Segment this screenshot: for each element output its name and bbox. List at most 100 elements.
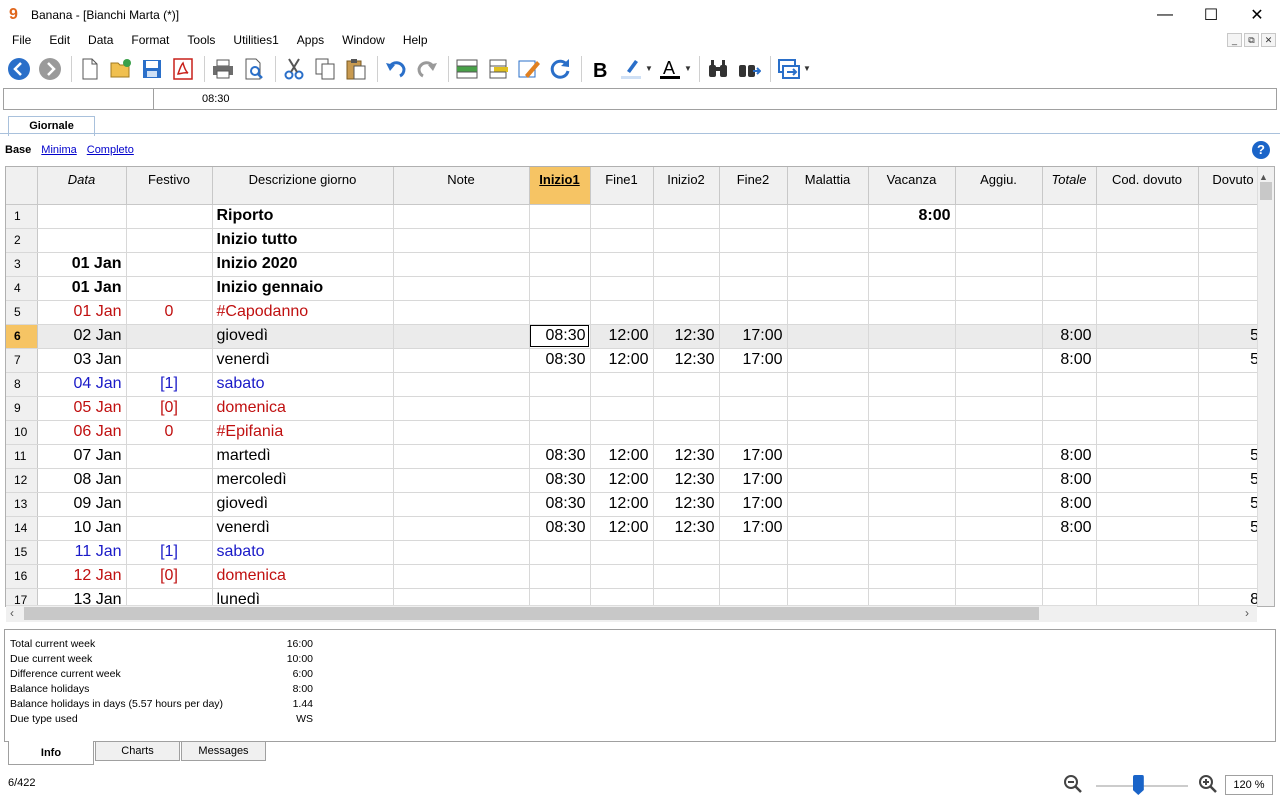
row-number[interactable]: 13 <box>6 492 38 517</box>
menu-format[interactable]: Format <box>122 30 178 50</box>
cell-malattia[interactable] <box>787 396 869 421</box>
save-button[interactable] <box>138 55 166 83</box>
cell-descrizione[interactable]: mercoledì <box>212 468 394 493</box>
cell-inizio1[interactable] <box>529 396 591 421</box>
cell-data[interactable]: 09 Jan <box>37 492 127 517</box>
cell-festivo[interactable] <box>126 252 213 277</box>
col-header-aggiu[interactable]: Aggiu. <box>955 167 1043 205</box>
view-base[interactable]: Base <box>5 144 31 156</box>
col-header-fine2[interactable]: Fine2 <box>719 167 788 205</box>
cell-fine1[interactable] <box>590 300 654 325</box>
table-row[interactable]: 10 06 Jan 0 #Epifania <box>6 420 1269 445</box>
table-row[interactable]: 703 Janvenerdì08:3012:0012:3017:008:005: <box>6 348 1269 373</box>
cell-cod-dovuto[interactable] <box>1096 564 1199 589</box>
cell-inizio2[interactable] <box>653 276 720 301</box>
open-file-button[interactable] <box>107 55 135 83</box>
zoom-out-icon[interactable] <box>1063 774 1083 794</box>
undo-button[interactable] <box>382 55 410 83</box>
table-row[interactable]: 1309 Jangiovedì08:3012:0012:3017:008:005… <box>6 492 1269 517</box>
cell-fine2[interactable] <box>719 540 788 565</box>
cell-inizio1[interactable] <box>529 372 591 397</box>
cell-fine2[interactable]: 17:00 <box>719 492 788 517</box>
row-number[interactable]: 11 <box>6 444 38 469</box>
cell-totale[interactable] <box>1042 396 1097 421</box>
tab-info[interactable]: Info <box>8 741 94 765</box>
cell-aggiu[interactable] <box>955 564 1043 589</box>
horizontal-scroll-thumb[interactable] <box>24 607 1039 620</box>
menu-window[interactable]: Window <box>333 30 394 50</box>
cell-note[interactable] <box>393 204 530 229</box>
minimize-button[interactable]: — <box>1142 0 1188 30</box>
cell-cod-dovuto[interactable] <box>1096 204 1199 229</box>
col-header-data[interactable]: Data <box>37 167 127 205</box>
cell-data[interactable]: 02 Jan <box>37 324 127 349</box>
row-number[interactable]: 10 <box>6 420 38 445</box>
cell-vacanza[interactable] <box>868 276 956 301</box>
cell-festivo[interactable] <box>126 516 213 541</box>
cell-malattia[interactable] <box>787 300 869 325</box>
cell-fine2[interactable] <box>719 396 788 421</box>
cell-festivo[interactable] <box>126 204 213 229</box>
cell-vacanza[interactable] <box>868 324 956 349</box>
print-button[interactable] <box>209 55 237 83</box>
col-header-note[interactable]: Note <box>393 167 530 205</box>
cell-fine2[interactable] <box>719 420 788 445</box>
cell-inizio2[interactable] <box>653 300 720 325</box>
cell-note[interactable] <box>393 324 530 349</box>
help-icon[interactable]: ? <box>1252 141 1270 159</box>
cell-fine2[interactable]: 17:00 <box>719 348 788 373</box>
table-row[interactable]: 16 12 Jan [0] domenica <box>6 564 1269 589</box>
table-row[interactable]: 602 Jangiovedì08:3012:0012:3017:008:005: <box>6 324 1269 349</box>
cell-aggiu[interactable] <box>955 204 1043 229</box>
cell-descrizione[interactable]: martedì <box>212 444 394 469</box>
row-number[interactable]: 6 <box>6 324 38 349</box>
cell-inizio1[interactable]: 08:30 <box>529 444 591 469</box>
col-header-cod-dovuto[interactable]: Cod. dovuto <box>1096 167 1199 205</box>
cell-aggiu[interactable] <box>955 300 1043 325</box>
menu-utilities1[interactable]: Utilities1 <box>224 30 287 50</box>
highlight-color-button[interactable] <box>617 55 645 83</box>
cell-data[interactable]: 06 Jan <box>37 420 127 445</box>
cell-fine1[interactable] <box>590 204 654 229</box>
corner-cell[interactable] <box>6 167 38 205</box>
cell-totale[interactable] <box>1042 540 1097 565</box>
cell-malattia[interactable] <box>787 420 869 445</box>
font-color-button[interactable]: A <box>656 55 684 83</box>
find-next-button[interactable] <box>735 55 763 83</box>
cell-reference-box[interactable] <box>4 89 154 109</box>
row-number[interactable]: 14 <box>6 516 38 541</box>
cell-malattia[interactable] <box>787 324 869 349</box>
cell-fine1[interactable] <box>590 228 654 253</box>
cell-data[interactable]: 08 Jan <box>37 468 127 493</box>
cell-note[interactable] <box>393 492 530 517</box>
cell-descrizione[interactable]: venerdì <box>212 348 394 373</box>
table-row[interactable]: 1 Riporto 8:00 <box>6 204 1269 229</box>
cell-vacanza[interactable] <box>868 300 956 325</box>
cell-vacanza[interactable]: 8:00 <box>868 204 956 229</box>
cell-totale[interactable] <box>1042 372 1097 397</box>
window-switch-button[interactable] <box>775 55 803 83</box>
cell-note[interactable] <box>393 252 530 277</box>
col-header-inizio1[interactable]: Inizio1 <box>529 167 591 205</box>
cell-malattia[interactable] <box>787 540 869 565</box>
cell-inizio2[interactable]: 12:30 <box>653 516 720 541</box>
cell-descrizione[interactable]: giovedì <box>212 324 394 349</box>
cell-aggiu[interactable] <box>955 348 1043 373</box>
cell-totale[interactable]: 8:00 <box>1042 492 1097 517</box>
cell-totale[interactable]: 8:00 <box>1042 348 1097 373</box>
table-row[interactable]: 4 01 Jan Inizio gennaio <box>6 276 1269 301</box>
cell-cod-dovuto[interactable] <box>1096 420 1199 445</box>
cell-note[interactable] <box>393 420 530 445</box>
cell-inizio2[interactable] <box>653 420 720 445</box>
cell-malattia[interactable] <box>787 372 869 397</box>
table-row[interactable]: 5 01 Jan 0 #Capodanno <box>6 300 1269 325</box>
cell-malattia[interactable] <box>787 276 869 301</box>
cell-fine1[interactable] <box>590 396 654 421</box>
cell-aggiu[interactable] <box>955 444 1043 469</box>
col-header-fine1[interactable]: Fine1 <box>590 167 654 205</box>
cell-totale[interactable] <box>1042 252 1097 277</box>
cell-note[interactable] <box>393 564 530 589</box>
menu-tools[interactable]: Tools <box>178 30 224 50</box>
cell-aggiu[interactable] <box>955 252 1043 277</box>
cell-note[interactable] <box>393 372 530 397</box>
